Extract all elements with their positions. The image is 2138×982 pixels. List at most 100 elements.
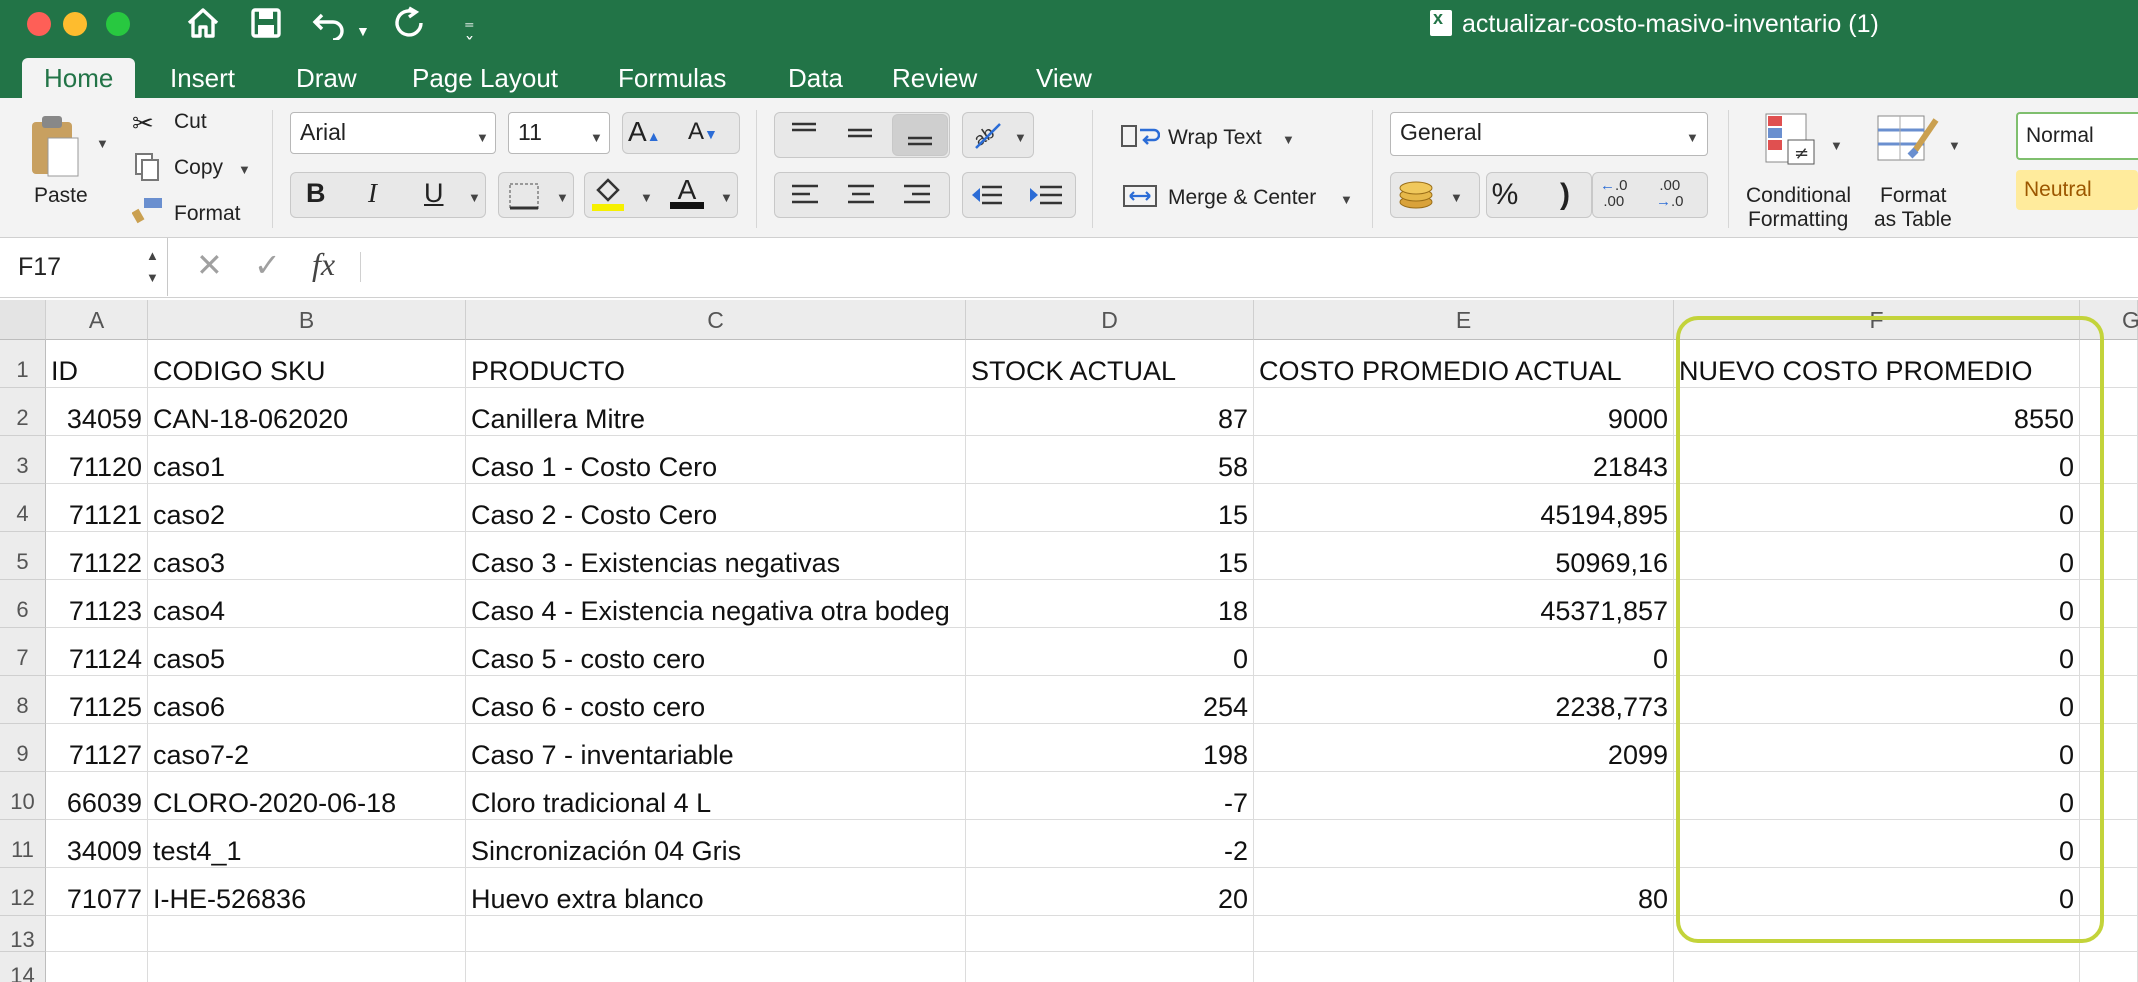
cell[interactable]: -7 — [966, 772, 1254, 820]
align-center-icon[interactable] — [846, 182, 876, 213]
cell[interactable] — [1254, 772, 1674, 820]
row-header[interactable]: 5 — [0, 532, 46, 580]
number-format-select[interactable]: General — [1390, 112, 1708, 156]
header-cell[interactable]: NUEVO COSTO PROMEDIO — [1674, 340, 2080, 388]
conditional-formatting-icon[interactable]: ≠ — [1764, 112, 1822, 173]
font-color-dropdown-icon[interactable]: ▼ — [720, 190, 733, 205]
cell[interactable]: 198 — [966, 724, 1254, 772]
tab-review[interactable]: Review — [870, 58, 999, 98]
font-name-dropdown-icon[interactable]: ▼ — [476, 130, 489, 145]
cell[interactable] — [2080, 724, 2138, 772]
cell[interactable] — [2080, 868, 2138, 916]
cell[interactable]: CAN-18-062020 — [148, 388, 466, 436]
cell[interactable]: 0 — [1674, 868, 2080, 916]
tab-formulas[interactable]: Formulas — [596, 58, 748, 98]
cell[interactable]: Sincronización 04 Gris — [466, 820, 966, 868]
increase-decimal-icon[interactable]: ←.0.00 — [1600, 178, 1628, 210]
tab-view[interactable]: View — [1014, 58, 1114, 98]
cell[interactable] — [46, 916, 148, 952]
cell[interactable]: 45371,857 — [1254, 580, 1674, 628]
header-cell[interactable] — [2080, 340, 2138, 388]
home-icon[interactable] — [186, 6, 220, 48]
borders-dropdown-icon[interactable]: ▼ — [556, 190, 569, 205]
cell[interactable]: 18 — [966, 580, 1254, 628]
cell[interactable] — [1254, 952, 1674, 982]
merge-center-button[interactable]: Merge & Center — [1168, 186, 1316, 210]
row-header[interactable]: 6 — [0, 580, 46, 628]
cell[interactable]: Canillera Mitre — [466, 388, 966, 436]
format-as-table-label-2[interactable]: as Table — [1874, 208, 1952, 232]
row-header[interactable]: 9 — [0, 724, 46, 772]
cell[interactable]: 0 — [1674, 724, 2080, 772]
cell[interactable]: 87 — [966, 388, 1254, 436]
comma-style-button[interactable]: ) — [1540, 178, 1590, 212]
cell[interactable]: caso7-2 — [148, 724, 466, 772]
cell[interactable]: Caso 6 - costo cero — [466, 676, 966, 724]
row-header[interactable]: 4 — [0, 484, 46, 532]
header-cell[interactable]: ID — [46, 340, 148, 388]
decrease-decimal-icon[interactable]: .00 →.0 — [1656, 178, 1684, 210]
font-size-dropdown-icon[interactable]: ▼ — [590, 130, 603, 145]
cell[interactable] — [2080, 628, 2138, 676]
cell[interactable]: 80 — [1254, 868, 1674, 916]
customize-toolbar-icon[interactable]: ⁼̬ — [464, 10, 475, 48]
cell[interactable]: Huevo extra blanco — [466, 868, 966, 916]
cell[interactable]: Cloro tradicional 4 L — [466, 772, 966, 820]
cell[interactable] — [2080, 484, 2138, 532]
cell[interactable] — [2080, 820, 2138, 868]
wrap-text-dropdown-icon[interactable]: ▼ — [1282, 132, 1295, 147]
column-header-c[interactable]: C — [466, 300, 966, 340]
cell[interactable]: 15 — [966, 484, 1254, 532]
tab-home[interactable]: Home — [22, 58, 136, 98]
cell[interactable]: 8550 — [1674, 388, 2080, 436]
cell[interactable] — [148, 952, 466, 982]
cell[interactable] — [1674, 916, 2080, 952]
cell[interactable] — [2080, 772, 2138, 820]
bold-icon[interactable]: B — [306, 178, 326, 209]
cell[interactable]: 58 — [966, 436, 1254, 484]
align-left-icon[interactable] — [790, 182, 820, 213]
cell[interactable]: caso2 — [148, 484, 466, 532]
cell[interactable]: 15 — [966, 532, 1254, 580]
paste-dropdown-icon[interactable]: ▼ — [96, 136, 109, 151]
number-format-dropdown-icon[interactable]: ▼ — [1686, 130, 1699, 145]
merge-center-dropdown-icon[interactable]: ▼ — [1340, 192, 1353, 207]
cell[interactable] — [2080, 436, 2138, 484]
cell[interactable]: 2099 — [1254, 724, 1674, 772]
cell[interactable] — [2080, 532, 2138, 580]
cell[interactable]: 50969,16 — [1254, 532, 1674, 580]
cell[interactable]: 71127 — [46, 724, 148, 772]
row-header[interactable]: 7 — [0, 628, 46, 676]
cell[interactable]: 71123 — [46, 580, 148, 628]
name-box-down-icon[interactable]: ▼ — [146, 270, 159, 285]
column-header-f[interactable]: F — [1674, 300, 2080, 340]
format-painter-button[interactable]: Format — [174, 202, 241, 226]
cell[interactable]: 71124 — [46, 628, 148, 676]
cell[interactable] — [148, 916, 466, 952]
cell[interactable]: -2 — [966, 820, 1254, 868]
name-box[interactable]: F17 — [0, 238, 168, 296]
enter-formula-icon[interactable]: ✓ — [254, 246, 281, 284]
format-as-table-icon[interactable] — [1876, 112, 1942, 175]
cell[interactable]: 34059 — [46, 388, 148, 436]
cell[interactable]: 71120 — [46, 436, 148, 484]
paste-button[interactable]: Paste — [34, 184, 88, 208]
cell[interactable] — [2080, 676, 2138, 724]
underline-dropdown-icon[interactable]: ▼ — [468, 190, 481, 205]
close-window-button[interactable] — [27, 12, 51, 36]
row-header[interactable]: 14 — [0, 952, 46, 982]
row-header[interactable]: 12 — [0, 868, 46, 916]
cell[interactable]: CLORO-2020-06-18 — [148, 772, 466, 820]
conditional-formatting-label-2[interactable]: Formatting — [1748, 208, 1848, 232]
copy-button[interactable]: Copy — [174, 156, 223, 180]
percent-style-button[interactable]: % — [1480, 178, 1530, 212]
increase-font-size-icon[interactable]: A▲ — [628, 116, 661, 148]
cell[interactable] — [466, 916, 966, 952]
name-box-up-icon[interactable]: ▲ — [146, 248, 159, 263]
row-header[interactable]: 8 — [0, 676, 46, 724]
cancel-formula-icon[interactable]: ✕ — [196, 246, 223, 284]
cell[interactable]: I-HE-526836 — [148, 868, 466, 916]
decrease-font-size-icon[interactable]: A▼ — [688, 118, 718, 146]
cell[interactable] — [2080, 580, 2138, 628]
copy-dropdown-icon[interactable]: ▼ — [238, 162, 251, 177]
